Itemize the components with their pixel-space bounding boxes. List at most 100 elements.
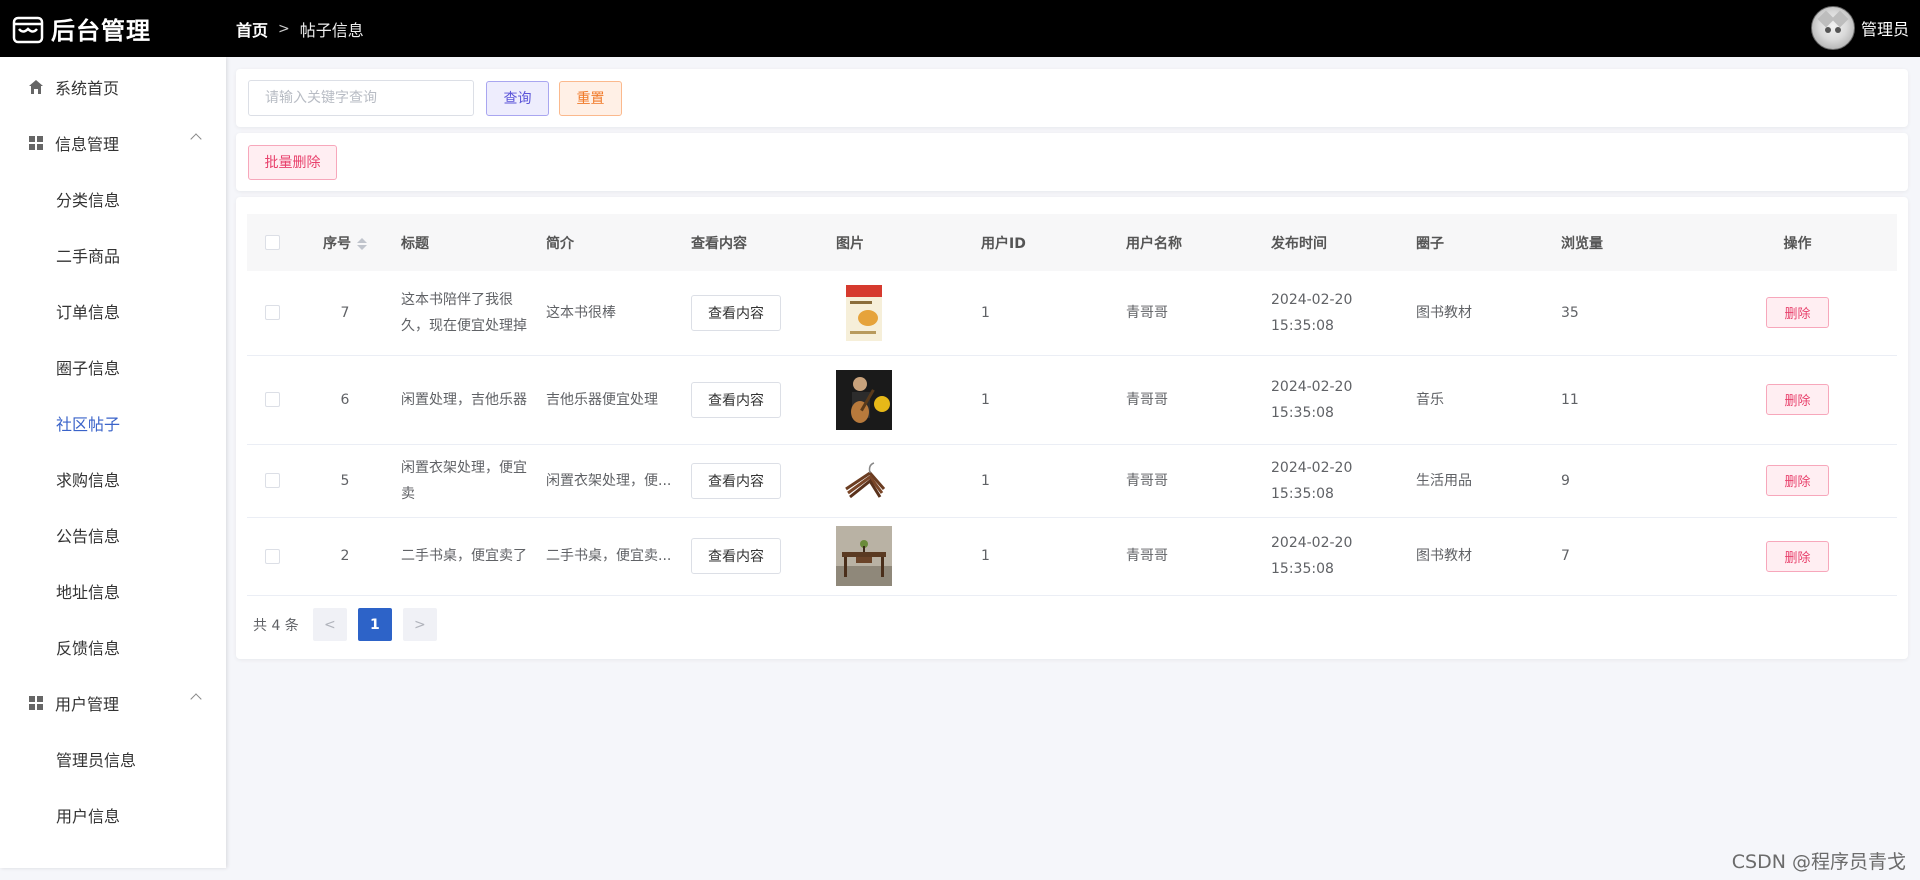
sidebar-group-users[interactable]: 用户管理	[0, 675, 226, 731]
cell-time: 2024-02-20 15:35:08	[1263, 355, 1408, 445]
chevron-right-icon[interactable]: >	[402, 608, 437, 641]
cell-user-id: 1	[973, 355, 1118, 445]
view-content-button[interactable]: 查看内容	[691, 294, 781, 331]
cell-title: 闲置衣架处理，便宜卖	[393, 444, 538, 518]
cell-intro: 闲置衣架处理，便...	[546, 472, 672, 489]
breadcrumb-current: 帖子信息	[299, 20, 364, 40]
delete-button[interactable]: 删除	[1766, 384, 1829, 415]
query-button[interactable]: 查询	[486, 80, 549, 116]
cell-time: 2024-02-20 15:35:08	[1263, 444, 1408, 518]
cell-user-id: 1	[973, 444, 1118, 518]
cell-time: 2024-02-20 15:35:08	[1263, 271, 1408, 356]
sidebar-item-label: 系统首页	[55, 79, 120, 98]
cell-id: 2	[297, 517, 393, 596]
cell-intro: 二手书桌，便宜卖...	[546, 548, 672, 564]
cell-views: 7	[1553, 517, 1698, 596]
chevron-right-icon: >	[278, 20, 290, 37]
guitar-image[interactable]	[836, 369, 892, 430]
pagination-total: 共 4 条	[253, 617, 299, 634]
table-row: 7 这本书陪伴了我很久，现在便宜处理掉 这本书很棒 查看内容 1 青哥哥 202…	[247, 271, 1897, 356]
top-header: 后台管理 首页 > 帖子信息 管理员	[0, 0, 1920, 57]
sidebar-item-admins[interactable]: 管理员信息	[0, 731, 226, 787]
reset-button[interactable]: 重置	[559, 80, 622, 116]
cell-intro: 吉他乐器便宜处理	[538, 355, 683, 445]
sidebar-item-category[interactable]: 分类信息	[0, 171, 226, 227]
delete-button[interactable]: 删除	[1766, 465, 1829, 496]
row-checkbox[interactable]	[264, 305, 280, 321]
cell-user-id: 1	[973, 271, 1118, 356]
user-menu[interactable]: 管理员	[1810, 6, 1909, 50]
app-title: 后台管理	[51, 17, 151, 45]
user-name[interactable]: 管理员	[1861, 16, 1909, 40]
posts-table: 序号 标题 简介 查看内容 图片 用户ID 用户名称 发布时间 圈子 浏览量 操…	[247, 214, 1897, 596]
delete-button[interactable]: 删除	[1766, 540, 1829, 572]
cell-views: 11	[1553, 355, 1698, 445]
column-header: 操作	[1783, 235, 1812, 252]
sidebar-item-wanted[interactable]: 求购信息	[0, 451, 226, 507]
delete-button[interactable]: 删除	[1766, 297, 1829, 329]
sidebar: 系统首页 信息管理 分类信息 二手商品 订单信息 圈子信息 社区帖子 求购信息 …	[0, 57, 226, 868]
row-checkbox[interactable]	[264, 392, 280, 407]
column-header: 圈子	[1416, 235, 1444, 252]
sidebar-item-posts[interactable]: 社区帖子	[0, 395, 226, 451]
cell-views: 9	[1553, 444, 1698, 518]
store-icon	[12, 16, 44, 43]
row-checkbox[interactable]	[264, 473, 280, 488]
cell-intro: 这本书很棒	[538, 271, 683, 356]
sidebar-item-notices[interactable]: 公告信息	[0, 507, 226, 563]
breadcrumb-home[interactable]: 首页	[236, 17, 268, 41]
sidebar-item-home[interactable]: 系统首页	[0, 59, 226, 115]
table-header-row: 序号 标题 简介 查看内容 图片 用户ID 用户名称 发布时间 圈子 浏览量 操…	[247, 214, 1897, 271]
view-content-button[interactable]: 查看内容	[691, 462, 781, 499]
cell-user-name: 青哥哥	[1118, 271, 1263, 356]
cell-circle: 音乐	[1408, 355, 1553, 445]
pagination: 共 4 条 < 1 >	[253, 608, 448, 641]
sidebar-item-addresses[interactable]: 地址信息	[0, 563, 226, 619]
sidebar-item-circles[interactable]: 圈子信息	[0, 339, 226, 395]
cell-views: 35	[1553, 271, 1698, 356]
cell-title: 这本书陪伴了我很久，现在便宜处理掉	[393, 271, 538, 356]
grid-icon	[28, 135, 44, 151]
table-row: 5 闲置衣架处理，便宜卖 闲置衣架处理，便... 查看内容 1 青哥哥 2024…	[247, 444, 1897, 518]
sidebar-item-orders[interactable]: 订单信息	[0, 283, 226, 339]
cell-circle: 生活用品	[1408, 444, 1553, 518]
hanger-image[interactable]	[836, 450, 892, 511]
cell-id: 7	[297, 271, 393, 356]
sidebar-group-info[interactable]: 信息管理	[0, 115, 226, 171]
cell-circle: 图书教材	[1408, 271, 1553, 356]
book-cover-image[interactable]	[836, 283, 892, 343]
view-content-button[interactable]: 查看内容	[691, 381, 781, 418]
cell-circle: 图书教材	[1408, 517, 1553, 596]
column-header: 发布时间	[1271, 235, 1327, 252]
table-row: 6 闲置处理，吉他乐器 吉他乐器便宜处理 查看内容 1 青哥哥 2024-02-…	[247, 355, 1897, 445]
column-header: 简介	[546, 235, 574, 252]
select-all-checkbox[interactable]	[264, 235, 280, 250]
app-logo[interactable]: 后台管理	[0, 11, 226, 46]
batch-delete-button[interactable]: 批量删除	[248, 144, 337, 180]
sidebar-item-secondhand[interactable]: 二手商品	[0, 227, 226, 283]
column-header: 用户名称	[1126, 235, 1182, 252]
desk-image[interactable]	[836, 526, 892, 586]
column-header[interactable]: 序号	[297, 214, 393, 271]
cell-id: 5	[297, 444, 393, 518]
table-row: 2 二手书桌，便宜卖了 二手书桌，便宜卖... 查看内容 1 青哥哥 2024-…	[247, 517, 1897, 596]
cell-id: 6	[297, 355, 393, 445]
chevron-up-icon	[190, 693, 202, 705]
page-number-current[interactable]: 1	[357, 608, 392, 641]
avatar[interactable]	[1810, 6, 1855, 50]
cell-user-name: 青哥哥	[1118, 355, 1263, 445]
posts-table-panel: 序号 标题 简介 查看内容 图片 用户ID 用户名称 发布时间 圈子 浏览量 操…	[236, 197, 1908, 659]
row-checkbox[interactable]	[264, 548, 280, 564]
search-input[interactable]	[248, 80, 474, 116]
cell-time: 2024-02-20 15:35:08	[1263, 517, 1408, 596]
chevron-left-icon[interactable]: <	[312, 608, 347, 641]
sidebar-group-label: 用户管理	[55, 695, 120, 714]
sort-icon[interactable]	[357, 237, 367, 250]
sidebar-item-feedback[interactable]: 反馈信息	[0, 619, 226, 675]
watermark: CSDN @程序员青戈	[1731, 851, 1906, 873]
action-panel: 批量删除	[236, 133, 1908, 191]
cell-user-name: 青哥哥	[1118, 517, 1263, 596]
column-header: 浏览量	[1561, 235, 1603, 252]
sidebar-item-users[interactable]: 用户信息	[0, 787, 226, 843]
view-content-button[interactable]: 查看内容	[691, 538, 781, 574]
